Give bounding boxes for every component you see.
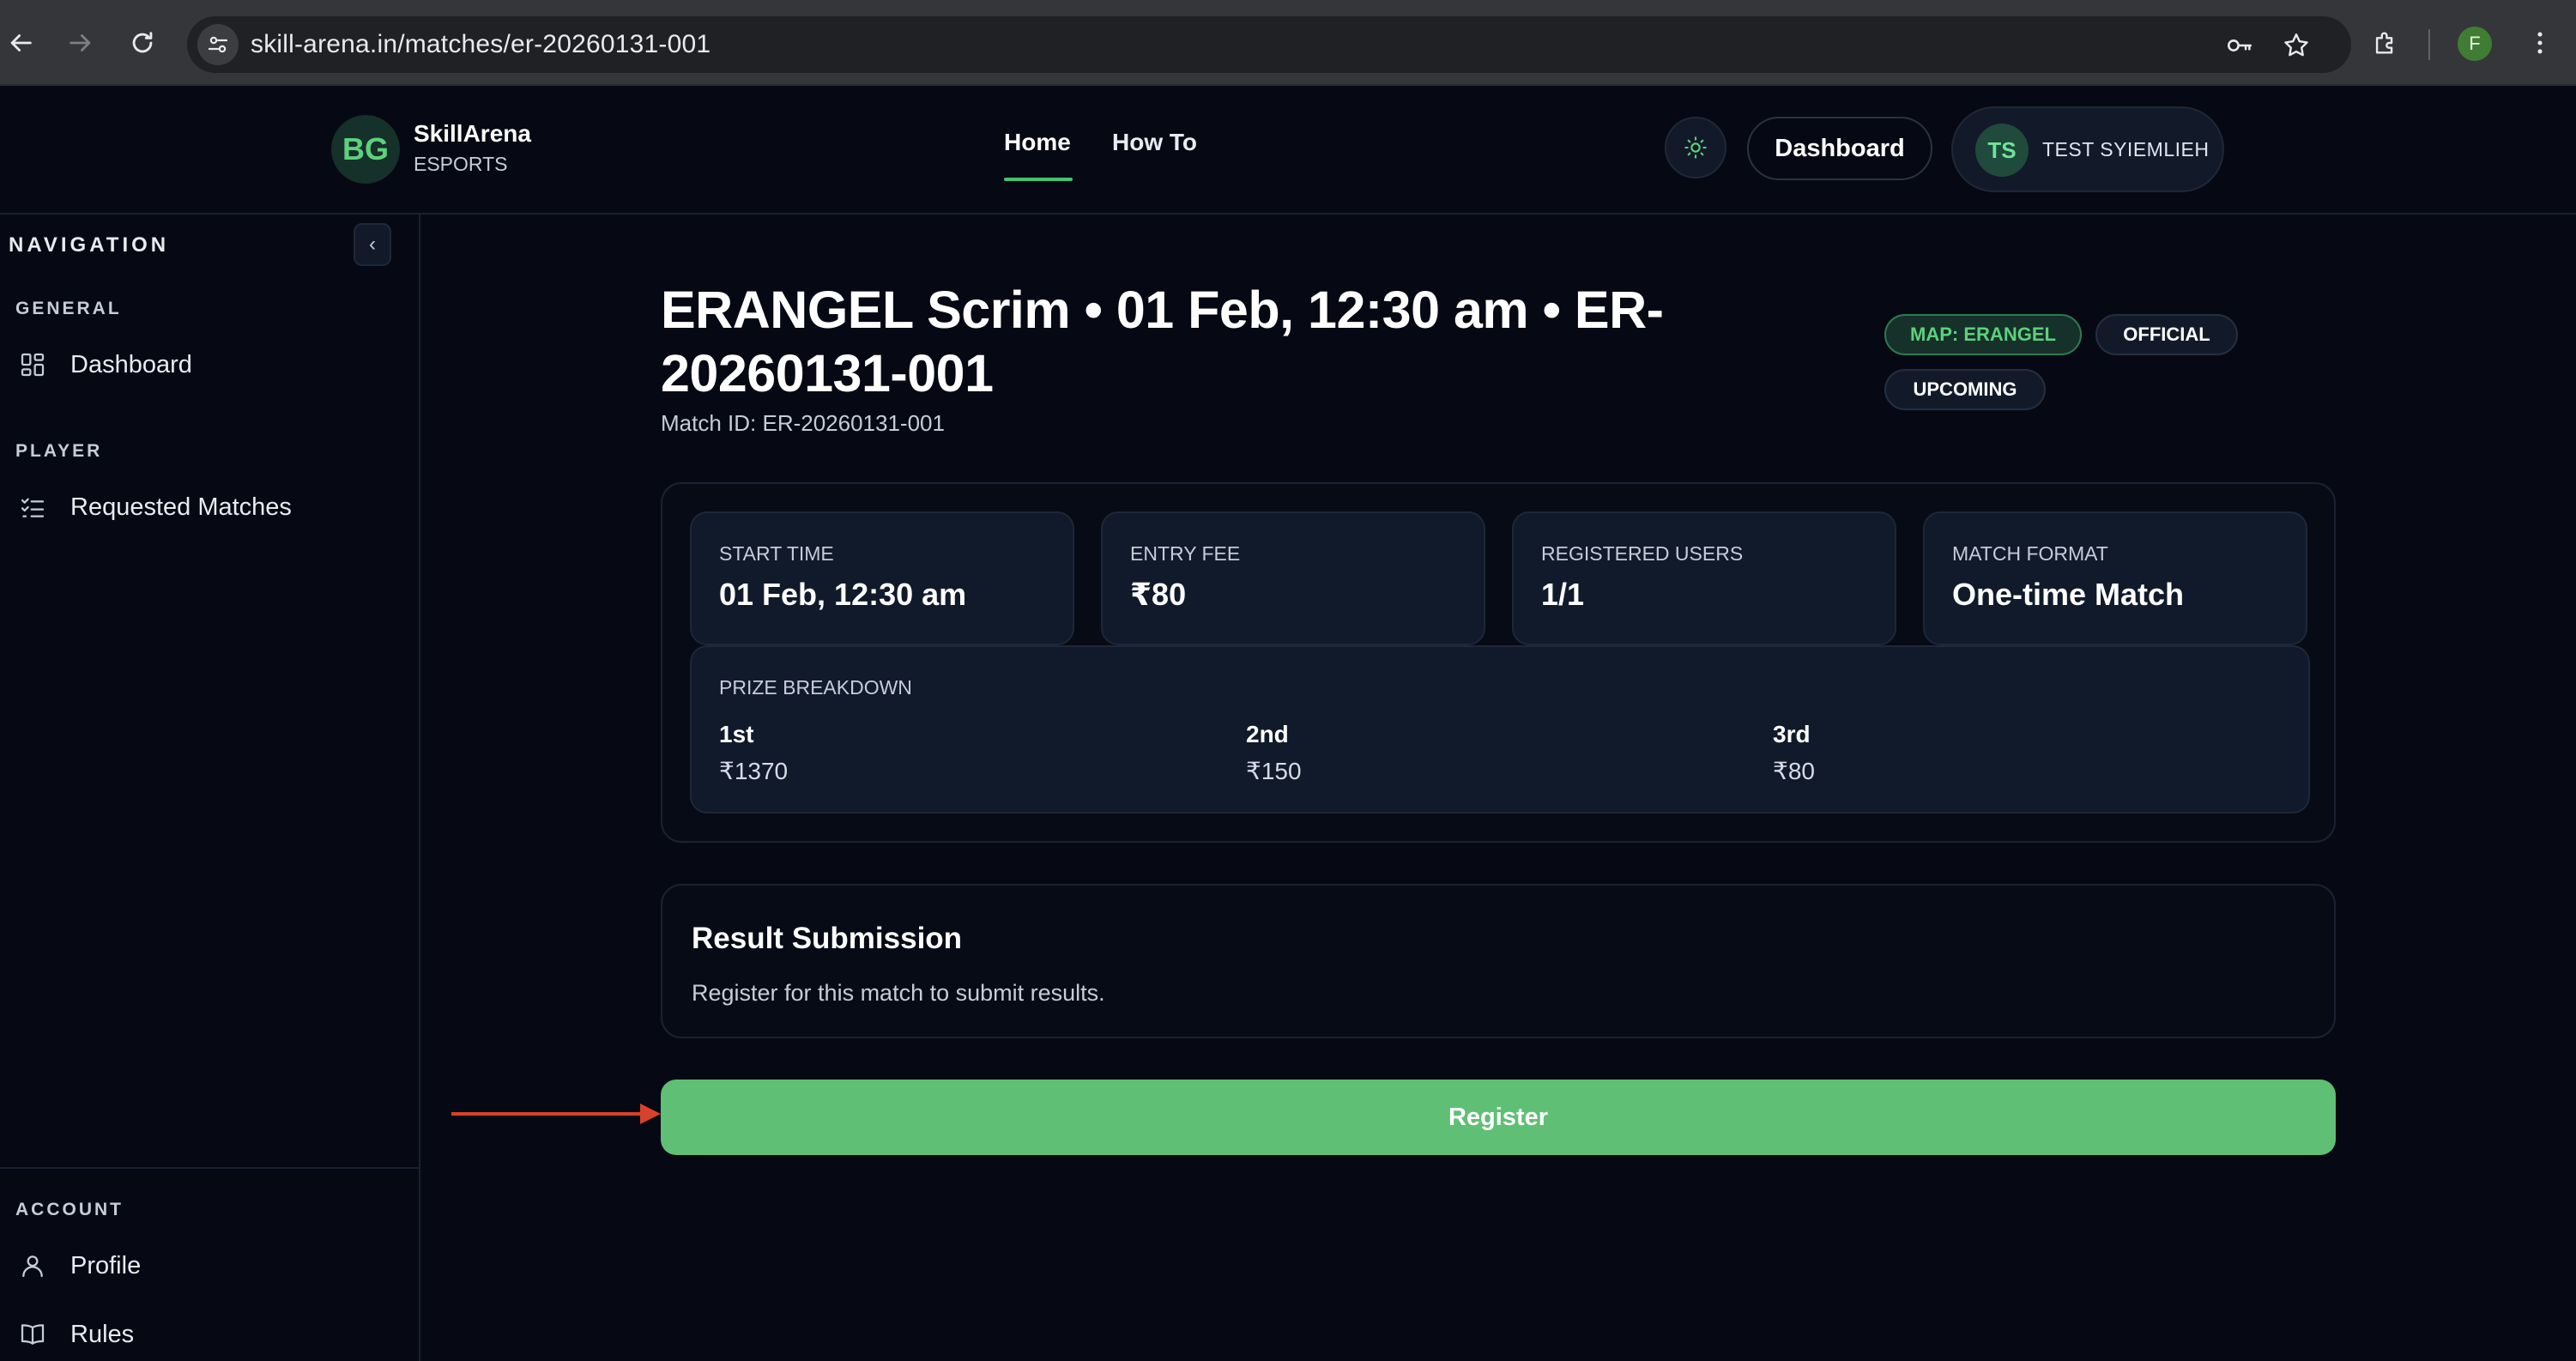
nav-link-home[interactable]: Home (1004, 129, 1071, 156)
reload-icon[interactable] (122, 22, 163, 64)
sidebar: NAVIGATION ‹ GENERAL Dashboard PLAYER Re… (0, 215, 420, 1361)
sidebar-item-profile[interactable]: Profile (15, 1244, 393, 1287)
result-submission-card: Result Submission Register for this matc… (661, 884, 2336, 1038)
user-menu[interactable]: TS TEST SYIEMLIEH (1951, 106, 2224, 192)
prize-amount: ₹150 (1246, 758, 1302, 784)
match-stats-panel: START TIME 01 Feb, 12:30 am ENTRY FEE ₹8… (661, 482, 2336, 843)
url-text[interactable]: skill-arena.in/matches/er-20260131-001 (251, 30, 711, 59)
theme-toggle-button[interactable] (1665, 117, 1726, 178)
browser-profile-avatar[interactable]: F (2458, 27, 2492, 61)
stat-entry-fee: ENTRY FEE ₹80 (1101, 511, 1485, 645)
stat-registered-users: REGISTERED USERS 1/1 (1512, 511, 1896, 645)
stat-label: ENTRY FEE (1130, 542, 1241, 565)
prize-place: 1st (719, 721, 754, 747)
forward-icon[interactable] (60, 22, 101, 64)
user-name: TEST SYIEMLIEH (2042, 138, 2210, 160)
browser-toolbar: skill-arena.in/matches/er-20260131-001 F (0, 0, 2576, 86)
stat-match-format: MATCH FORMAT One-time Match (1923, 511, 2307, 645)
sidebar-item-label: Rules (70, 1320, 135, 1348)
result-submission-title: Result Submission (692, 922, 963, 955)
annotation-arrow-icon (451, 1104, 661, 1124)
prize-place: 2nd (1246, 721, 1289, 747)
sidebar-item-label: Profile (70, 1251, 142, 1279)
nav-active-underline (1004, 178, 1073, 181)
prize-breakdown: PRIZE BREAKDOWN 1st ₹1370 2nd ₹150 3rd ₹… (690, 645, 2310, 814)
sidebar-item-dashboard[interactable]: Dashboard (15, 343, 393, 386)
sidebar-divider (0, 1167, 420, 1169)
password-key-icon[interactable] (2221, 27, 2259, 64)
sidebar-item-requested-matches[interactable]: Requested Matches (15, 486, 393, 529)
header-dashboard-button[interactable]: Dashboard (1747, 117, 1932, 180)
app-header: BG SkillArena ESPORTS Home How To Dashbo… (0, 86, 2576, 215)
register-button[interactable]: Register (661, 1080, 2336, 1155)
stat-label: START TIME (719, 542, 834, 565)
stat-start-time: START TIME 01 Feb, 12:30 am (690, 511, 1074, 645)
sidebar-collapse-button[interactable]: ‹ (354, 223, 391, 266)
chevron-left-icon: ‹ (369, 233, 376, 256)
result-submission-description: Register for this match to submit result… (692, 980, 1105, 1006)
back-icon[interactable] (0, 22, 41, 64)
sidebar-item-rules[interactable]: Rules (15, 1313, 393, 1356)
prize-second: 2nd ₹150 (1246, 721, 1302, 785)
bookmark-star-icon[interactable] (2277, 27, 2315, 64)
match-title: ERANGEL Scrim • 01 Feb, 12:30 am • ER-20… (661, 281, 1664, 402)
sidebar-section-general: GENERAL (15, 299, 122, 318)
sidebar-heading: NAVIGATION (9, 233, 170, 257)
book-icon (15, 1317, 50, 1352)
address-bar[interactable]: skill-arena.in/matches/er-20260131-001 (187, 16, 2351, 73)
nav-link-how-to[interactable]: How To (1112, 129, 1197, 156)
brand-subtitle: ESPORTS (414, 153, 508, 175)
grid-icon (15, 348, 50, 382)
badge-map: MAP: ERANGEL (1884, 314, 2082, 355)
prize-amount: ₹1370 (719, 758, 789, 784)
sidebar-section-account: ACCOUNT (15, 1200, 124, 1219)
prize-amount: ₹80 (1773, 758, 1815, 784)
toolbar-divider (2428, 29, 2430, 60)
prize-place: 3rd (1773, 721, 1811, 747)
logo-badge[interactable]: BG (331, 115, 400, 184)
sidebar-item-label: Dashboard (70, 350, 192, 378)
stat-value: One-time Match (1952, 577, 2185, 612)
badge-official: OFFICIAL (2095, 314, 2238, 355)
user-avatar: TS (1975, 124, 2029, 177)
user-icon (15, 1249, 50, 1283)
browser-menu-icon[interactable] (2519, 22, 2561, 64)
stat-label: MATCH FORMAT (1952, 542, 2108, 565)
stat-value: 1/1 (1541, 577, 1585, 612)
prize-breakdown-label: PRIZE BREAKDOWN (719, 676, 912, 699)
sun-icon (1684, 136, 1707, 159)
site-info-icon[interactable] (197, 24, 239, 65)
prize-third: 3rd ₹80 (1773, 721, 1815, 785)
brand-name[interactable]: SkillArena (414, 120, 531, 148)
stat-value: 01 Feb, 12:30 am (719, 577, 967, 612)
extensions-icon[interactable] (2365, 22, 2406, 64)
sidebar-item-label: Requested Matches (70, 493, 292, 521)
sidebar-section-player: PLAYER (15, 441, 103, 461)
prize-first: 1st ₹1370 (719, 721, 788, 785)
badge-status: UPCOMING (1884, 369, 2046, 410)
checklist-icon (15, 490, 50, 524)
stat-value: ₹80 (1130, 577, 1187, 612)
match-id: Match ID: ER-20260131-001 (661, 410, 945, 436)
stat-label: REGISTERED USERS (1541, 542, 1744, 565)
